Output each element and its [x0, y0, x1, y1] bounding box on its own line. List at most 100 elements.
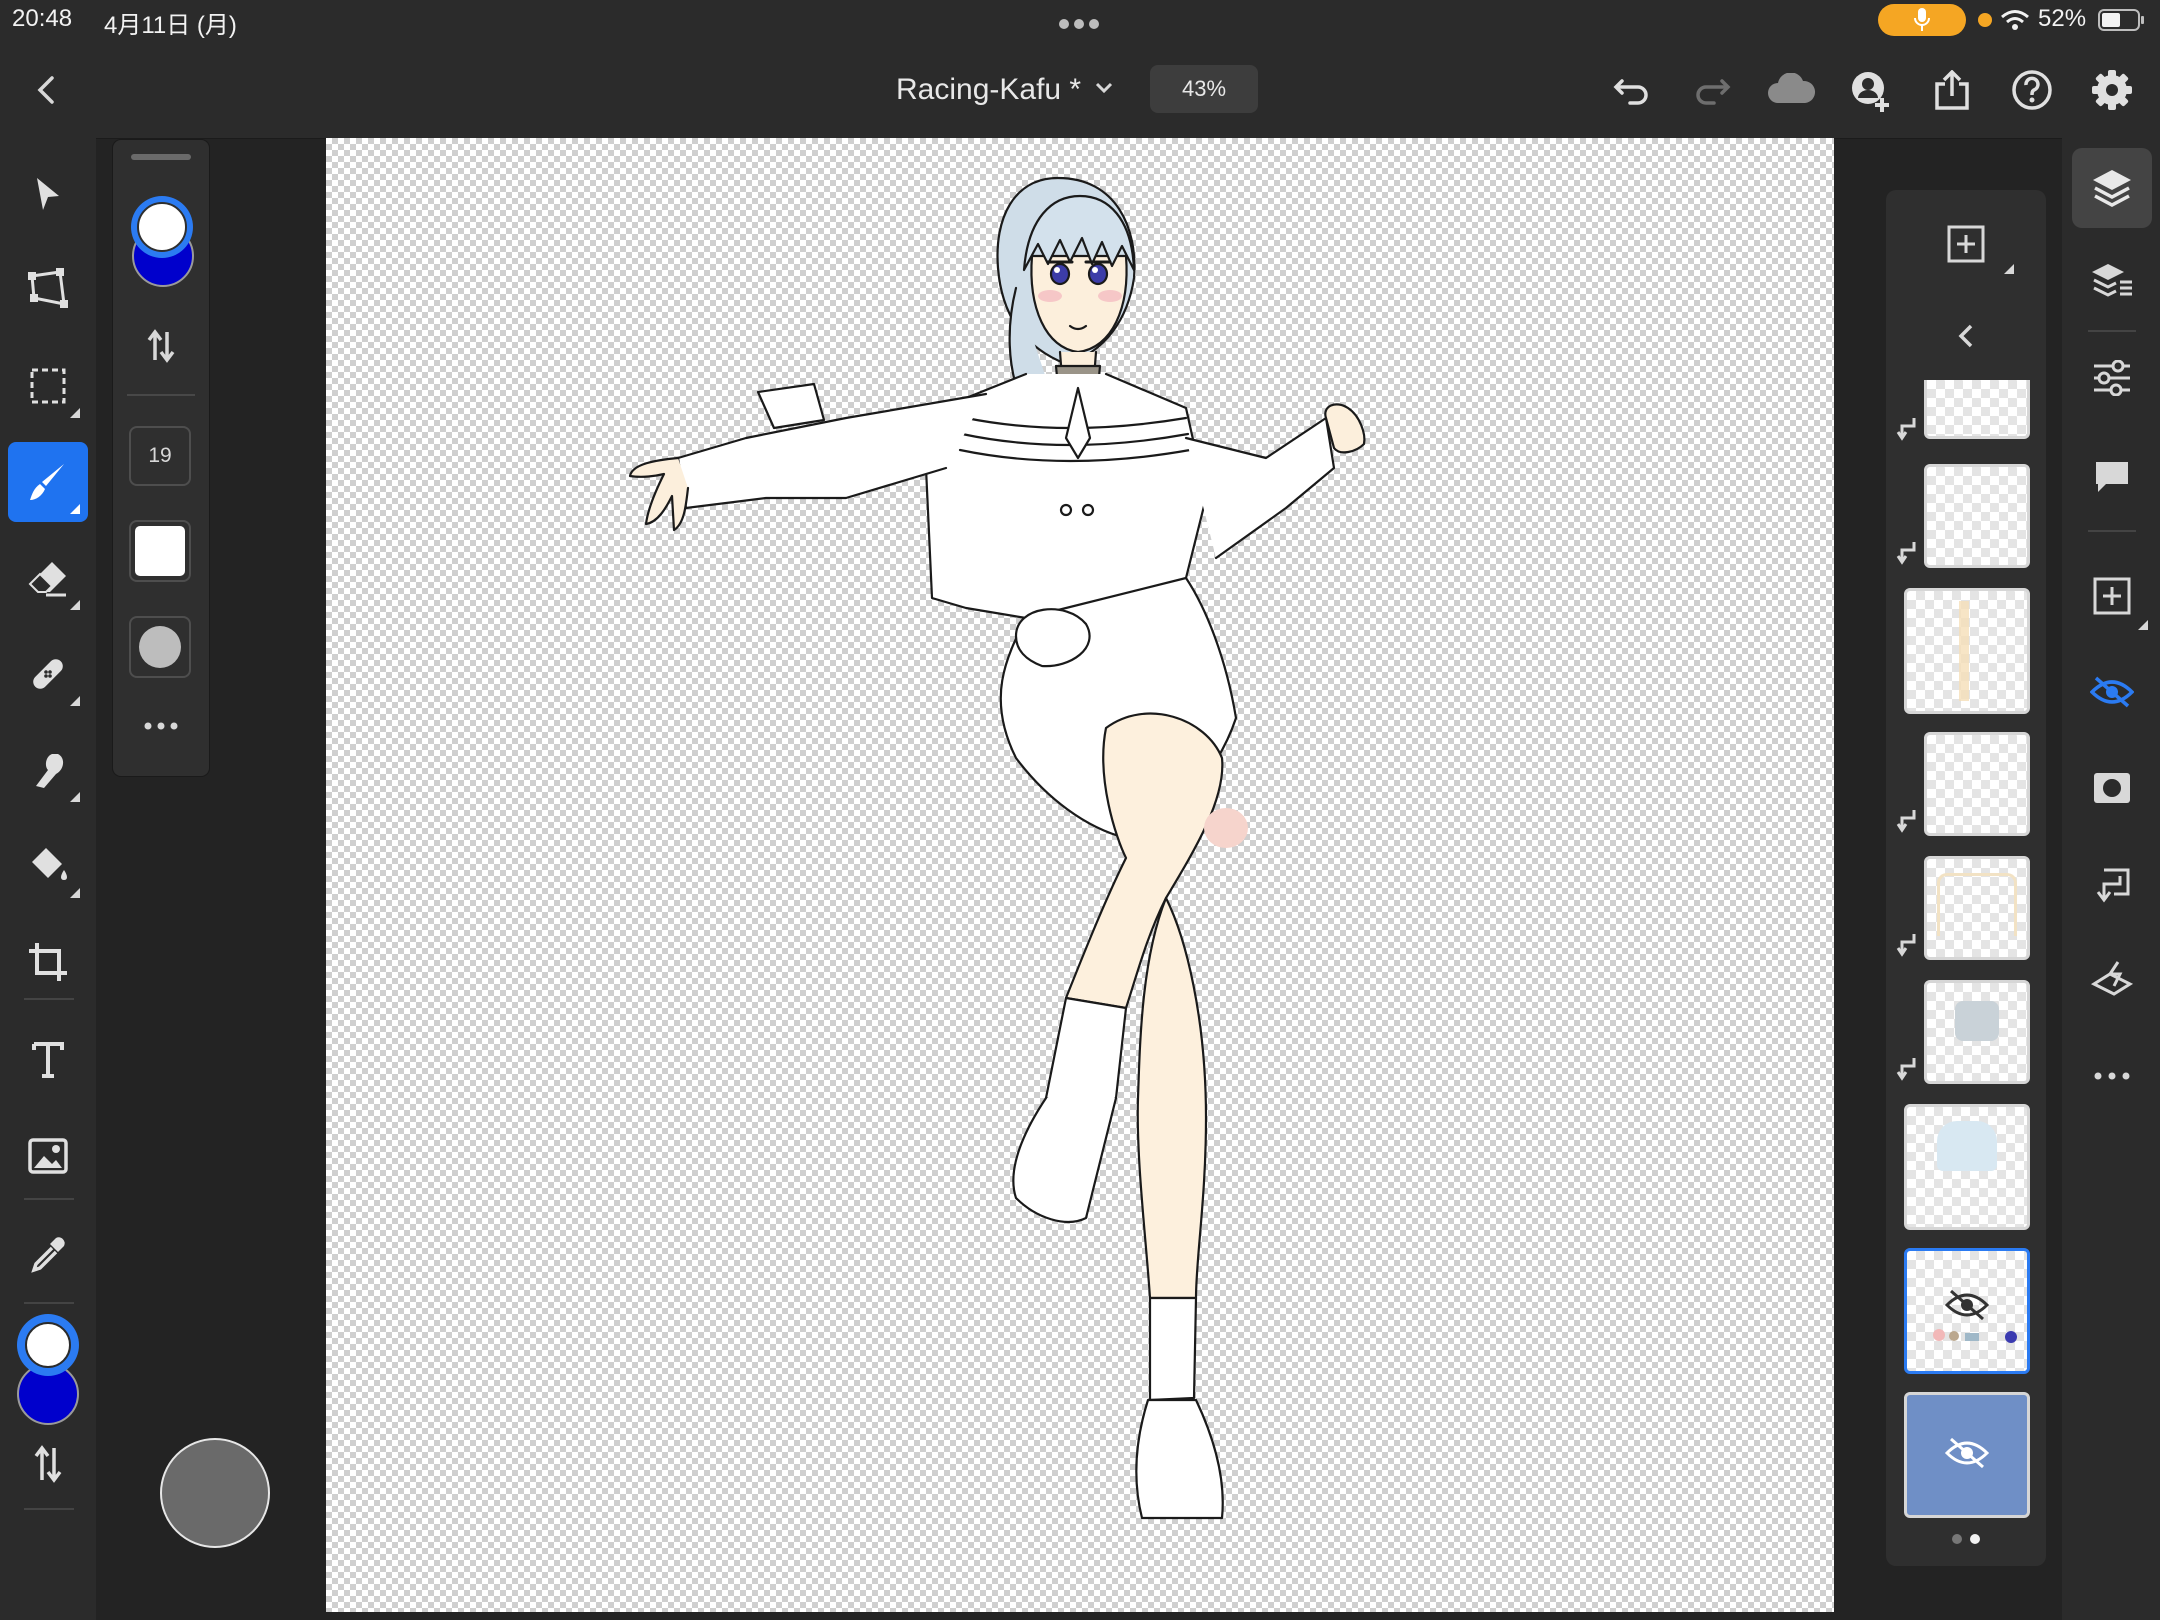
- add-layer-icon[interactable]: [1938, 216, 1994, 272]
- marquee-selection-icon: [30, 368, 66, 404]
- layers-stack-icon: [2093, 170, 2131, 207]
- right-task-rail: [2062, 138, 2160, 1620]
- tool-bar: [0, 138, 96, 1620]
- eye-hidden-icon: [2090, 676, 2134, 708]
- smudge-finger-icon: [36, 754, 64, 788]
- crop-tool[interactable]: [8, 922, 88, 1002]
- multitasking-dots-icon[interactable]: [1056, 17, 1102, 29]
- brush-tip-button[interactable]: [129, 616, 191, 678]
- wifi-icon: [2000, 8, 2030, 32]
- layer-thumbnail-5[interactable]: [1924, 856, 2030, 960]
- add-layer-button[interactable]: [2072, 556, 2152, 636]
- marquee-tool[interactable]: [8, 346, 88, 426]
- layer-thumbnail-7[interactable]: [1904, 1104, 2030, 1230]
- layer-thumbnail-6[interactable]: [1924, 980, 2030, 1084]
- layer-thumbnail-9-background[interactable]: [1904, 1392, 2030, 1518]
- layer-thumbnail-1[interactable]: [1924, 380, 2030, 439]
- brush-properties-panel: 19: [113, 140, 209, 776]
- merge-layers-button[interactable]: [2072, 940, 2152, 1020]
- clipping-mask-arrow-icon: [1896, 542, 1916, 565]
- layers-panel-toggle[interactable]: [2072, 148, 2152, 228]
- status-time: 20:48: [12, 5, 73, 32]
- panel-swap-colors-icon[interactable]: [137, 322, 185, 370]
- transform-tool[interactable]: [8, 250, 88, 330]
- cloud-icon[interactable]: [1764, 66, 1818, 114]
- crop-icon: [29, 943, 67, 981]
- document-title-dropdown[interactable]: Racing-Kafu *: [896, 68, 1113, 112]
- layer-mask-icon: [2094, 773, 2130, 803]
- settings-gear-icon[interactable]: [2088, 66, 2136, 114]
- sliders-icon: [2094, 360, 2130, 396]
- more-options-icon[interactable]: [135, 706, 187, 746]
- brush-size-field[interactable]: 19: [129, 426, 191, 486]
- status-date: 4月11日 (月): [104, 12, 237, 39]
- comment-bubble-icon: [2096, 462, 2128, 492]
- comments-button[interactable]: [2072, 436, 2152, 516]
- more-dots-icon: [2094, 1072, 2130, 1080]
- brush-icon: [30, 464, 64, 500]
- clipping-mask-arrow-icon: [1896, 810, 1916, 833]
- page-dot-2[interactable]: [1970, 1534, 1980, 1544]
- battery-icon: [2098, 8, 2146, 32]
- microphone-indicator-icon: [1878, 4, 1966, 36]
- battery-percent: 52%: [2038, 5, 2087, 32]
- artwork-illustration: [628, 176, 1366, 1520]
- back-chevron-icon[interactable]: [24, 68, 68, 112]
- clipping-mask-arrow-icon: [1896, 418, 1916, 441]
- brush-opacity-swatch[interactable]: [129, 520, 191, 582]
- add-layer-corner: [2004, 264, 2014, 274]
- paint-bucket-icon: [32, 848, 67, 880]
- touch-modifier-button[interactable]: [160, 1438, 270, 1548]
- layer-properties-button[interactable]: [2072, 242, 2152, 322]
- primary-color-swatch[interactable]: [17, 1314, 79, 1376]
- brush-size-value: 19: [148, 444, 172, 467]
- mask-button[interactable]: [2072, 748, 2152, 828]
- help-icon[interactable]: [2008, 66, 2056, 114]
- layer-thumbnail-3[interactable]: [1904, 588, 2030, 714]
- eraser-tool[interactable]: [8, 538, 88, 618]
- brush-tip-icon: [139, 626, 181, 668]
- add-square-icon: [2093, 577, 2131, 615]
- merge-down-icon: [2090, 961, 2134, 996]
- bandage-icon: [33, 659, 63, 689]
- image-icon: [28, 1138, 68, 1174]
- title-bar: Racing-Kafu * 43%: [0, 40, 2160, 139]
- status-bar: 20:48 4月11日 (月) 52%: [0, 0, 2160, 40]
- collapse-panel-chevron-icon[interactable]: [1944, 314, 1988, 358]
- fill-tool[interactable]: [8, 826, 88, 906]
- clipping-mask-icon: [2096, 868, 2130, 903]
- toggle-visibility-button[interactable]: [2072, 652, 2152, 732]
- swap-colors-button[interactable]: [8, 1424, 88, 1504]
- page-dot-1[interactable]: [1952, 1534, 1962, 1544]
- clipping-mask-button[interactable]: [2072, 844, 2152, 924]
- smudge-tool[interactable]: [8, 730, 88, 810]
- healing-tool[interactable]: [8, 634, 88, 714]
- hidden-eye-icon: [1945, 1289, 1989, 1321]
- layer-thumbnail-8-selected[interactable]: [1904, 1248, 2030, 1374]
- drawing-canvas[interactable]: [326, 138, 1834, 1612]
- zoom-level-button[interactable]: 43%: [1150, 65, 1258, 113]
- redo-icon[interactable]: [1688, 66, 1736, 114]
- eyedropper-icon: [31, 1237, 65, 1273]
- document-title: Racing-Kafu *: [896, 73, 1082, 106]
- arrow-pointer-icon: [37, 178, 59, 210]
- invite-user-icon[interactable]: [1846, 66, 1896, 116]
- select-tool[interactable]: [8, 154, 88, 234]
- zoom-level: 43%: [1181, 76, 1227, 101]
- transform-icon: [28, 268, 68, 308]
- image-tool[interactable]: [8, 1116, 88, 1196]
- eyedropper-tool[interactable]: [8, 1214, 88, 1294]
- text-t-icon: [32, 1042, 64, 1078]
- more-layer-options-button[interactable]: [2072, 1036, 2152, 1116]
- brush-tool[interactable]: [8, 442, 88, 522]
- layers-panel: [1886, 190, 2046, 1566]
- layer-thumbnail-2[interactable]: [1924, 464, 2030, 568]
- adjustments-button[interactable]: [2072, 338, 2152, 418]
- panel-primary-color[interactable]: [131, 196, 193, 258]
- panel-grabber[interactable]: [131, 154, 191, 160]
- layer-thumbnail-4[interactable]: [1924, 732, 2030, 836]
- text-tool[interactable]: [8, 1020, 88, 1100]
- undo-icon[interactable]: [1608, 66, 1656, 114]
- share-icon[interactable]: [1928, 66, 1976, 114]
- eraser-icon: [28, 562, 66, 597]
